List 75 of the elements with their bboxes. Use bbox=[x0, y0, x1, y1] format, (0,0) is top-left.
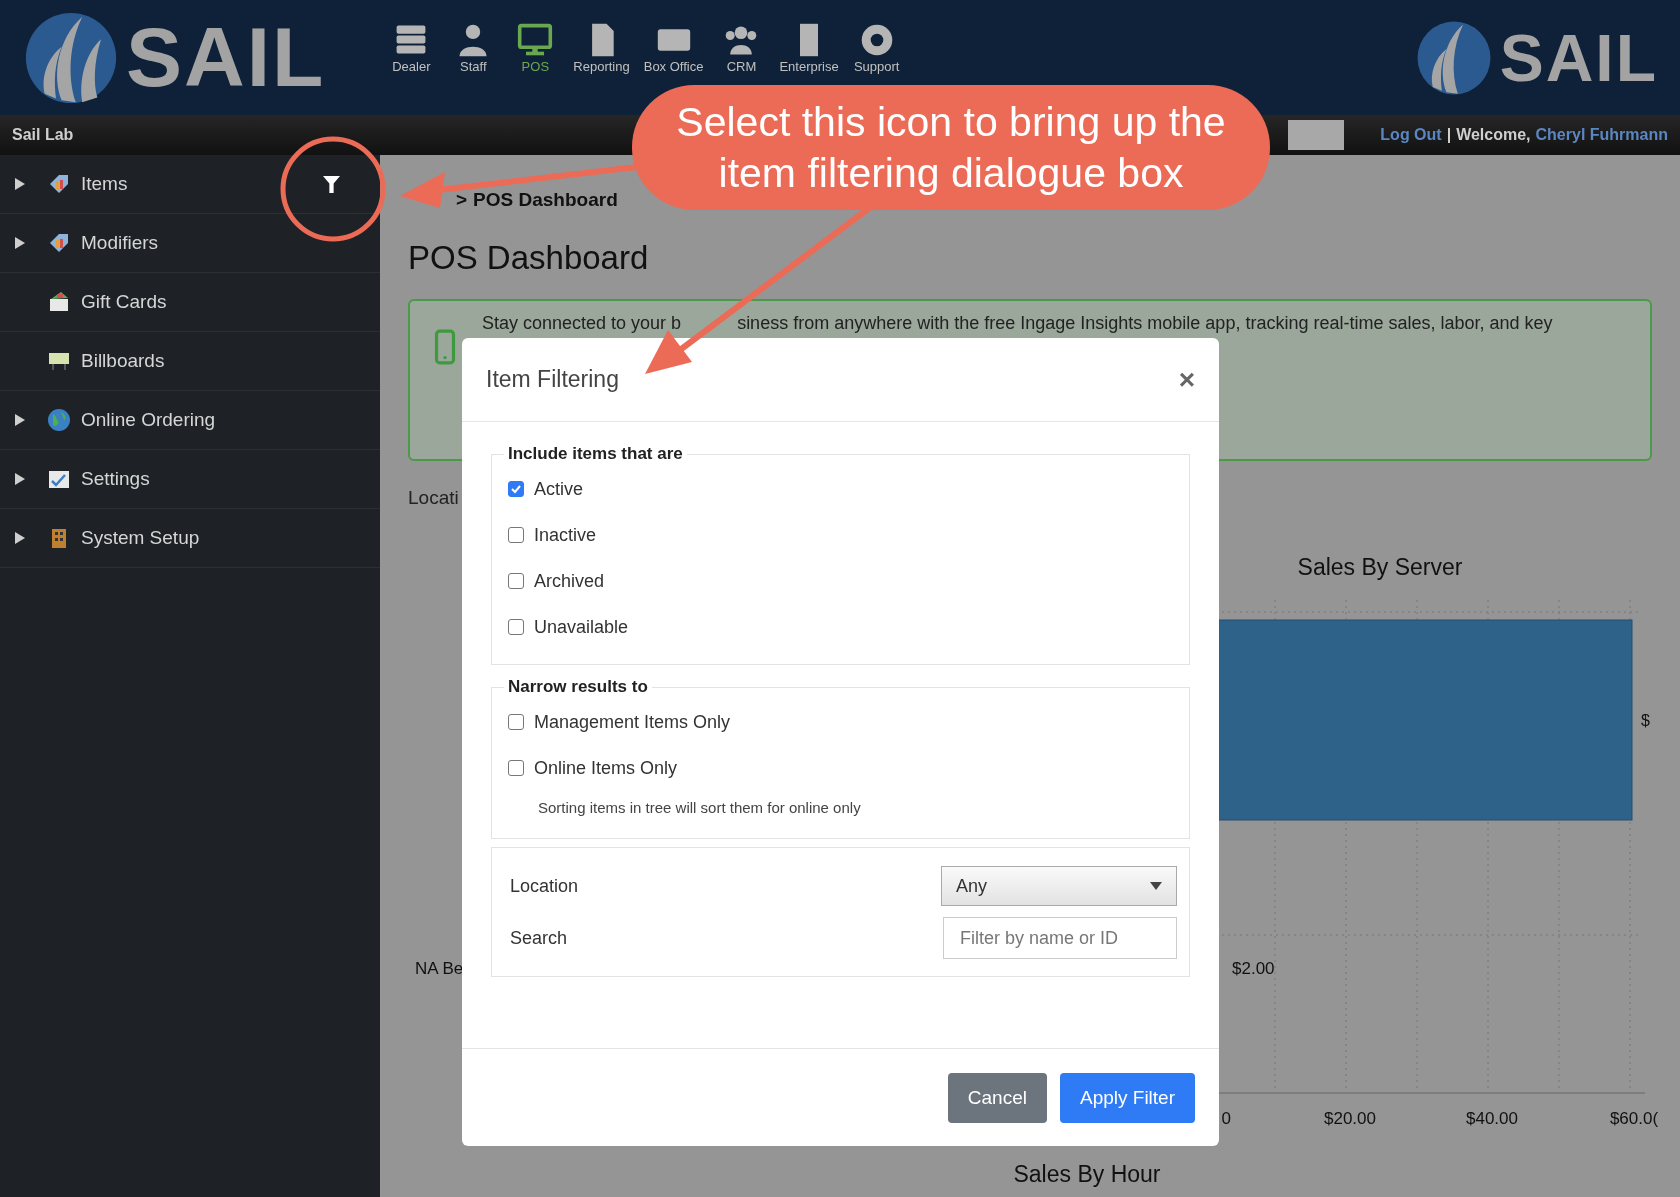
sidebar-item[interactable]: Modifiers bbox=[0, 214, 380, 273]
checkbox-label: Active bbox=[534, 478, 584, 500]
nav-tab[interactable]: CRM bbox=[717, 22, 766, 74]
nav-tab[interactable]: POS bbox=[511, 22, 560, 74]
sail-logo-icon bbox=[1415, 19, 1492, 96]
sidebar-item[interactable]: Online Ordering bbox=[0, 391, 380, 450]
separator-text: | bbox=[1446, 126, 1452, 144]
phone-icon bbox=[434, 329, 456, 365]
breadcrumb-current: POS Dashboard bbox=[473, 189, 618, 211]
checkbox[interactable] bbox=[508, 527, 524, 543]
checkbox-label: Inactive bbox=[534, 524, 597, 546]
checkbox-label: Management Items Only bbox=[534, 711, 731, 733]
checkbox[interactable] bbox=[508, 714, 524, 730]
nav-tab[interactable]: Enterprise bbox=[779, 22, 839, 74]
group-legend: Narrow results to bbox=[504, 677, 652, 697]
nav-tab[interactable]: Dealer bbox=[387, 22, 436, 74]
expand-icon[interactable] bbox=[15, 473, 25, 485]
alert-text: Stay connected to your b bbox=[482, 313, 682, 334]
nav-tab[interactable]: Box Office bbox=[643, 22, 704, 74]
sidebar-item[interactable]: Gift Cards bbox=[0, 273, 380, 332]
close-button[interactable]: × bbox=[1178, 363, 1195, 396]
location-dropdown[interactable]: Any bbox=[941, 866, 1177, 906]
help-text: Sorting items in tree will sort them for online only bbox=[538, 799, 862, 816]
sail-logo-icon bbox=[24, 10, 118, 105]
chart-title: Sales By Hour bbox=[1013, 1161, 1161, 1187]
cancel-button[interactable]: Cancel bbox=[947, 1072, 1047, 1123]
filter-icon[interactable] bbox=[323, 175, 340, 193]
axis-tick-label: $60.0( bbox=[1609, 1109, 1659, 1128]
nav-tab[interactable]: Staff bbox=[449, 22, 498, 74]
axis-tick-label: $20.00 bbox=[1324, 1109, 1376, 1128]
expand-icon[interactable] bbox=[15, 178, 25, 190]
menu-item-icon bbox=[47, 408, 71, 432]
group-legend: Include items that are bbox=[504, 444, 687, 464]
expand-icon[interactable] bbox=[15, 532, 25, 544]
checkbox[interactable] bbox=[508, 619, 524, 635]
checkbox[interactable] bbox=[508, 760, 524, 776]
checkbox-label: Unavailable bbox=[534, 616, 629, 638]
sidebar-item[interactable]: Billboards bbox=[0, 332, 380, 391]
alert-text: siness from anywhere with the free Ingage Insights mobile app, tracking real-time sales, labor, and key bbox=[737, 313, 1553, 334]
callout-bubble: Select this icon to bring up the item filtering dialogue box bbox=[632, 85, 1270, 210]
user-link[interactable]: Cheryl Fuhrmann bbox=[1535, 126, 1668, 144]
bar-value-label: $2.00 bbox=[1232, 959, 1275, 978]
checkbox-label: Archived bbox=[534, 570, 605, 592]
axis-tick-label: $40.00 bbox=[1466, 1109, 1518, 1128]
sidebar-item[interactable]: Items bbox=[0, 155, 380, 214]
field-label: Location bbox=[510, 875, 579, 897]
dropdown-caret-icon bbox=[1150, 882, 1162, 890]
search-field[interactable] bbox=[1288, 120, 1345, 150]
nav-tab[interactable]: Reporting bbox=[573, 22, 630, 74]
sidebar-item[interactable]: System Setup bbox=[0, 509, 380, 568]
search-field[interactable]: Filter by name or ID bbox=[943, 917, 1177, 959]
logout-link[interactable]: Log Out bbox=[1380, 126, 1442, 144]
breadcrumb-separator: > bbox=[456, 189, 468, 211]
dialog-title: Item Filtering bbox=[486, 366, 619, 393]
field-label: Search bbox=[510, 927, 568, 949]
page-title: POS Dashboard bbox=[408, 239, 650, 277]
monitor-icon bbox=[516, 22, 555, 58]
chart-title: Sales By Server bbox=[1297, 554, 1463, 580]
welcome-text: Welcome, bbox=[1456, 126, 1531, 144]
sidebar-item[interactable]: Settings bbox=[0, 450, 380, 509]
nav-tab[interactable]: Support bbox=[852, 22, 901, 74]
checkbox[interactable] bbox=[508, 481, 524, 497]
logo-text: SAIL bbox=[1499, 19, 1658, 96]
logo-text: SAIL bbox=[126, 9, 326, 106]
checkbox-label: Online Items Only bbox=[534, 757, 678, 779]
site-name: Sail Lab bbox=[12, 126, 74, 144]
apply-button[interactable]: Apply Filter bbox=[1059, 1072, 1195, 1123]
checkbox[interactable] bbox=[508, 573, 524, 589]
expand-icon[interactable] bbox=[15, 414, 25, 426]
axis-tick-label: 0 bbox=[1221, 1109, 1231, 1128]
location-label: Locati bbox=[408, 487, 459, 509]
menu-item-icon bbox=[47, 290, 71, 314]
category-label: NA Be bbox=[415, 959, 464, 978]
expand-icon[interactable] bbox=[15, 237, 25, 249]
bar-value-label: $ bbox=[1641, 712, 1650, 729]
